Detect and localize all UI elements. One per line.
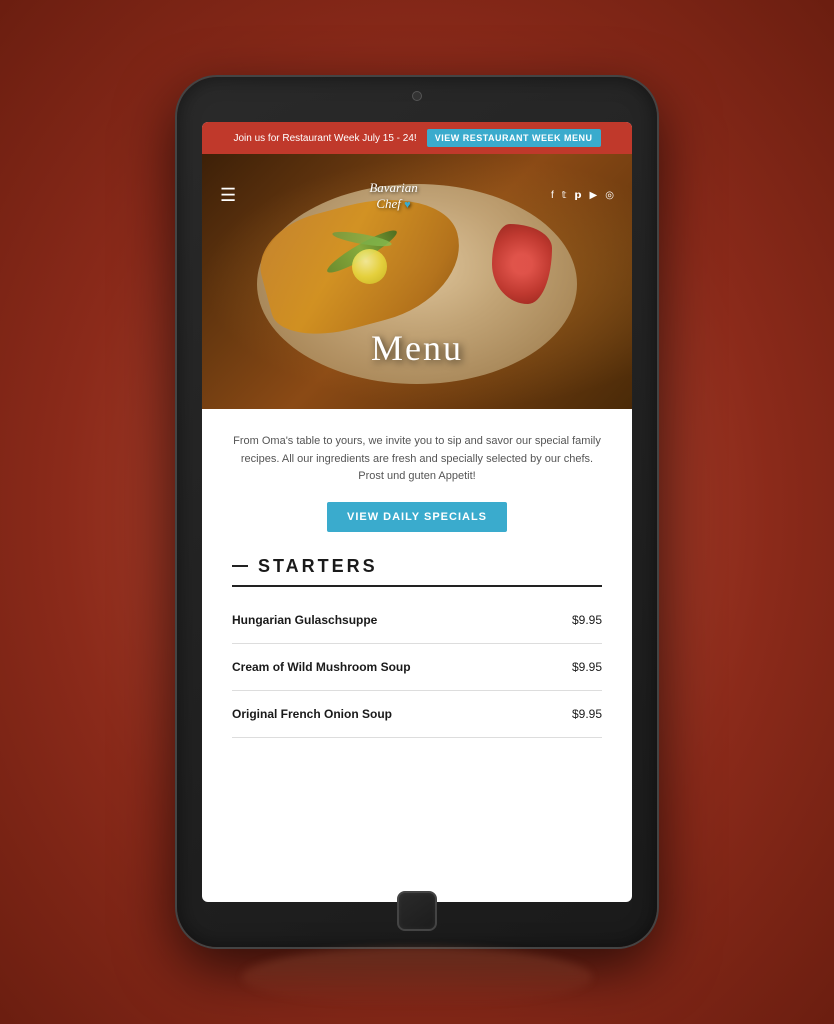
brand-name-line1: Bavarian — [369, 180, 417, 195]
tablet-screen: Join us for Restaurant Week July 15 - 24… — [202, 122, 632, 902]
menu-item-name: Original French Onion Soup — [232, 707, 392, 721]
intro-paragraph: From Oma's table to yours, we invite you… — [232, 433, 602, 486]
tablet-device: Join us for Restaurant Week July 15 - 24… — [177, 77, 657, 947]
tablet-reflection — [242, 947, 592, 1007]
brand-logo: Bavarian Chef ♥ — [369, 180, 417, 212]
youtube-icon[interactable]: ▶ — [590, 190, 598, 201]
hamburger-menu-icon[interactable]: ☰ — [220, 185, 236, 206]
pinterest-icon[interactable]: 𝗽 — [574, 190, 581, 201]
menu-item-name: Cream of Wild Mushroom Soup — [232, 660, 411, 674]
social-icons-group: f 𝕥 𝗽 ▶ ◎ — [551, 190, 614, 201]
menu-item-mushroom-soup: Cream of Wild Mushroom Soup $9.95 — [232, 644, 602, 691]
instagram-icon[interactable]: ◎ — [605, 190, 614, 201]
brand-heart-icon: ♥ — [404, 199, 411, 211]
section-dash-icon — [232, 565, 248, 567]
menu-item-price: $9.95 — [572, 660, 602, 674]
content-area: From Oma's table to yours, we invite you… — [202, 409, 632, 758]
starters-section-header: STARTERS — [232, 556, 602, 577]
menu-item-french-onion-soup: Original French Onion Soup $9.95 — [232, 691, 602, 738]
navbar: ☰ Bavarian Chef ♥ f 𝕥 𝗽 ▶ ◎ — [202, 180, 632, 212]
view-daily-specials-button[interactable]: VIEW DAILY SPECIALS — [327, 502, 507, 532]
announcement-bar: Join us for Restaurant Week July 15 - 24… — [202, 122, 632, 154]
menu-item-price: $9.95 — [572, 707, 602, 721]
restaurant-week-button[interactable]: VIEW RESTAURANT WEEK MENU — [427, 129, 601, 147]
hero-title: Menu — [202, 327, 632, 369]
menu-item-gulaschsuppe: Hungarian Gulaschsuppe $9.95 — [232, 597, 602, 644]
section-divider — [232, 585, 602, 587]
brand-name-line2: Chef — [376, 196, 401, 211]
announcement-text: Join us for Restaurant Week July 15 - 24… — [233, 133, 416, 144]
brand-name: Bavarian Chef ♥ — [369, 180, 417, 212]
food-lemon — [352, 249, 387, 284]
menu-item-price: $9.95 — [572, 613, 602, 627]
menu-item-name: Hungarian Gulaschsuppe — [232, 613, 377, 627]
twitter-icon[interactable]: 𝕥 — [562, 190, 567, 201]
facebook-icon[interactable]: f — [551, 190, 554, 201]
hero-section: ☰ Bavarian Chef ♥ f 𝕥 𝗽 ▶ ◎ Menu — [202, 154, 632, 409]
starters-section-title: STARTERS — [258, 556, 378, 577]
